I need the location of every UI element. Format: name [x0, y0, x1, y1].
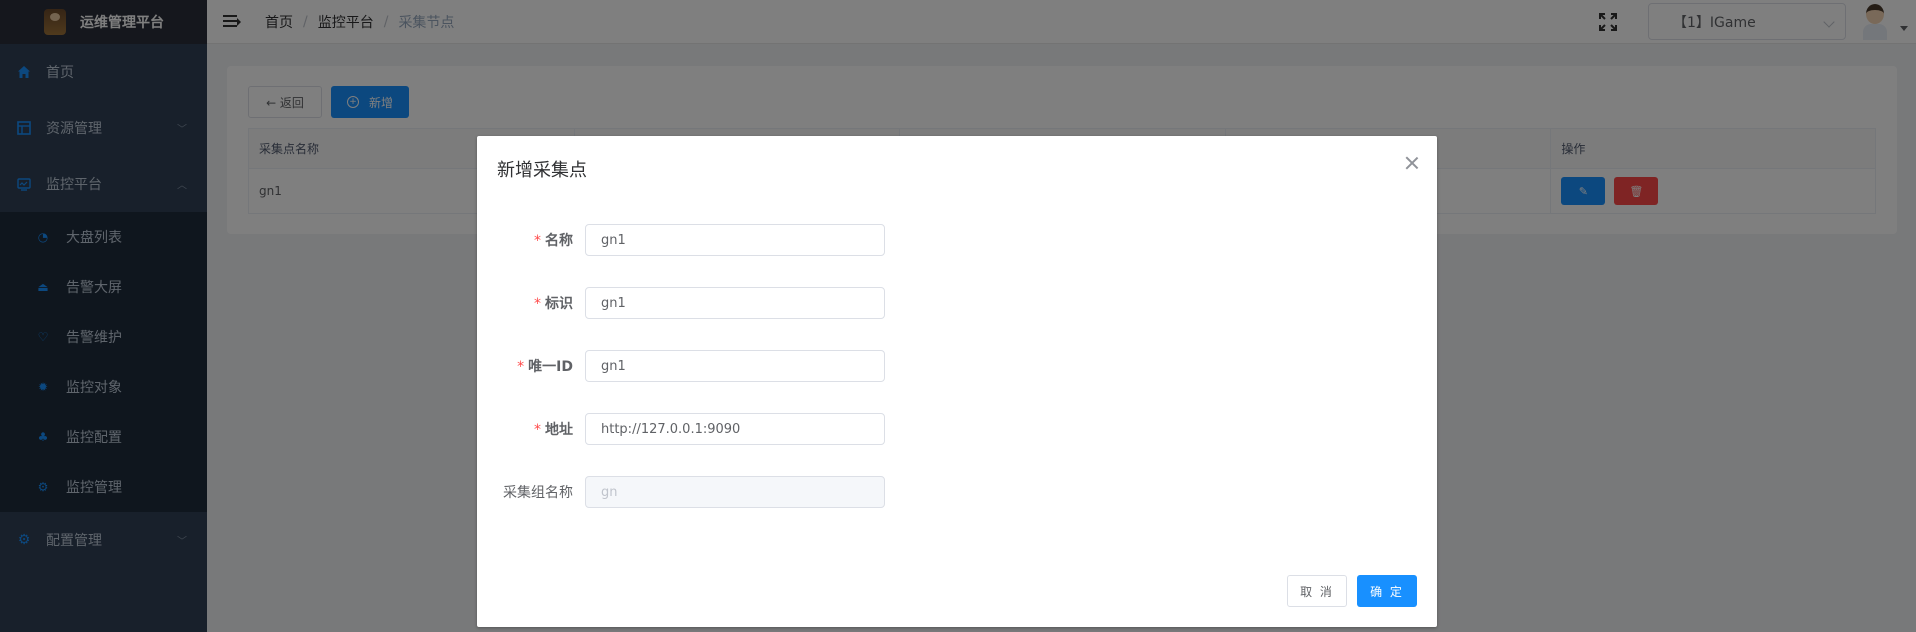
form-row-name: * 名称 [477, 224, 1437, 256]
add-node-dialog: 新增采集点 *名称 *标识 *唯一ID *地址 采集组名称 取 消 确 定 [477, 136, 1437, 627]
form-row-group-name: 采集组名称 [477, 476, 1437, 508]
cancel-button[interactable]: 取 消 [1287, 575, 1347, 607]
field-label: * 标识 [534, 296, 573, 312]
form-row-unique-id: * 唯一ID [477, 350, 1437, 382]
confirm-button[interactable]: 确 定 [1357, 575, 1417, 607]
group-name-input [585, 476, 885, 508]
close-icon[interactable] [1405, 156, 1419, 170]
field-label: * 地址 [534, 422, 573, 438]
dialog-footer: 取 消 确 定 [1287, 575, 1417, 607]
unique-id-input[interactable] [585, 350, 885, 382]
dialog-title: 新增采集点 [497, 160, 587, 181]
field-label: * 唯一ID [517, 359, 573, 375]
name-input[interactable] [585, 224, 885, 256]
identifier-input[interactable] [585, 287, 885, 319]
address-input[interactable] [585, 413, 885, 445]
form-row-identifier: * 标识 [477, 287, 1437, 319]
field-label: 采集组名称 [503, 485, 573, 501]
form-row-address: * 地址 [477, 413, 1437, 445]
field-label: * 名称 [534, 233, 573, 249]
